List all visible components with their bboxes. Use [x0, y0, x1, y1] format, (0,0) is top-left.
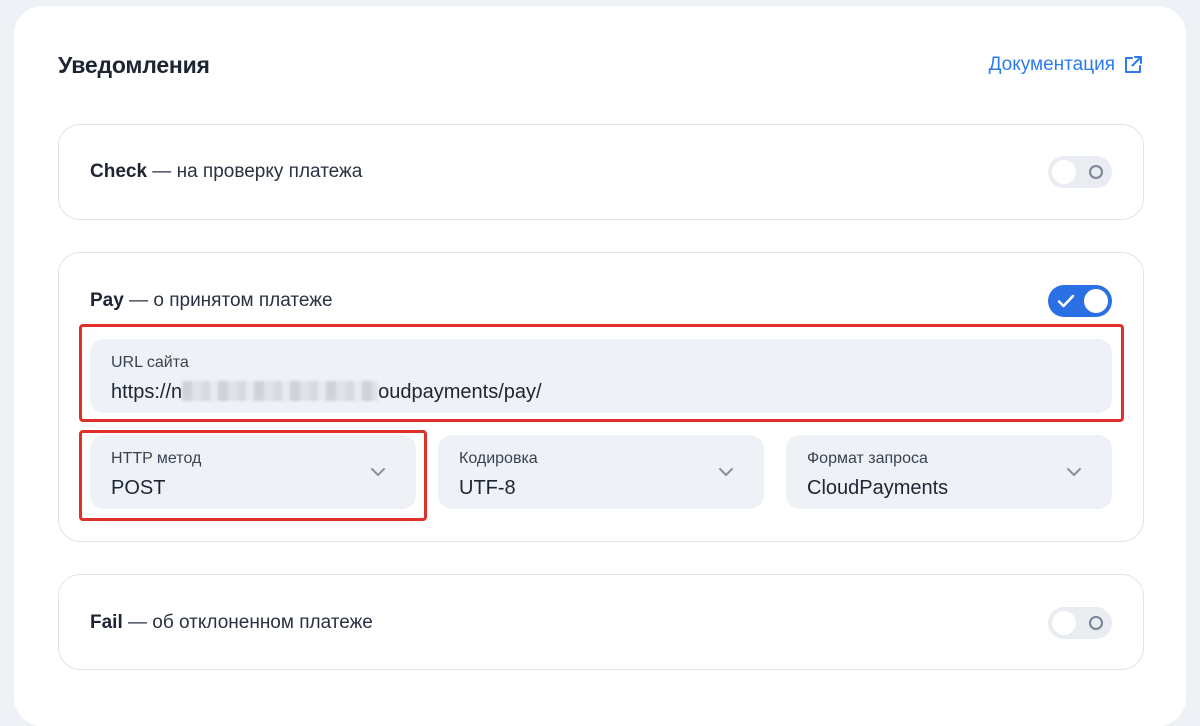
toggle-knob	[1052, 611, 1076, 635]
pay-notification-name: Pay	[90, 290, 124, 311]
pay-notification-card: Pay — о принятом платеже URL сайта https…	[58, 252, 1144, 542]
site-url-label: URL сайта	[111, 354, 189, 371]
toggle-knob	[1084, 289, 1108, 313]
circle-icon	[1089, 165, 1103, 179]
encoding-label: Кодировка	[459, 450, 538, 467]
fail-notification-toggle[interactable]	[1048, 607, 1112, 639]
check-notification-desc: — на проверку платежа	[147, 161, 363, 182]
http-method-select[interactable]: HTTP метод POST	[90, 435, 416, 509]
check-notification-label: Check — на проверку платежа	[90, 161, 362, 183]
documentation-link[interactable]: Документация	[989, 54, 1142, 76]
pay-notification-toggle[interactable]	[1048, 285, 1112, 317]
site-url-value: https://n oudpayments/pay/	[111, 381, 542, 404]
fail-notification-desc: — об отклоненном платеже	[122, 612, 373, 633]
check-notification-name: Check	[90, 161, 148, 182]
pay-notification-desc: — о принятом платеже	[123, 290, 333, 311]
circle-icon	[1089, 616, 1103, 630]
pay-notification-label: Pay — о принятом платеже	[90, 290, 333, 312]
request-format-label: Формат запроса	[807, 450, 928, 467]
http-method-label: HTTP метод	[111, 450, 202, 467]
site-url-value-end: oudpayments/pay/	[378, 381, 542, 403]
request-format-value: CloudPayments	[807, 477, 949, 499]
check-notification-card: Check — на проверку платежа	[58, 124, 1144, 220]
fail-notification-name: Fail	[90, 612, 123, 633]
fail-notification-card: Fail — об отклоненном платеже	[58, 574, 1144, 670]
chevron-down-icon	[371, 468, 385, 476]
chevron-down-icon	[719, 468, 733, 476]
page-title: Уведомления	[58, 52, 210, 78]
request-format-select[interactable]: Формат запроса CloudPayments	[786, 435, 1112, 509]
site-url-value-start: https://n	[111, 381, 183, 403]
chevron-down-icon	[1067, 468, 1081, 476]
external-link-icon	[1125, 56, 1142, 73]
redacted-block	[182, 381, 379, 401]
encoding-value: UTF-8	[459, 477, 516, 499]
check-icon	[1057, 294, 1075, 308]
toggle-knob	[1052, 160, 1076, 184]
fail-notification-label: Fail — об отклоненном платеже	[90, 612, 373, 634]
documentation-link-label: Документация	[988, 54, 1115, 75]
encoding-select[interactable]: Кодировка UTF-8	[438, 435, 764, 509]
site-url-field[interactable]: URL сайта https://n oudpayments/pay/	[90, 339, 1112, 413]
http-method-value: POST	[111, 477, 166, 499]
check-notification-toggle[interactable]	[1048, 156, 1112, 188]
